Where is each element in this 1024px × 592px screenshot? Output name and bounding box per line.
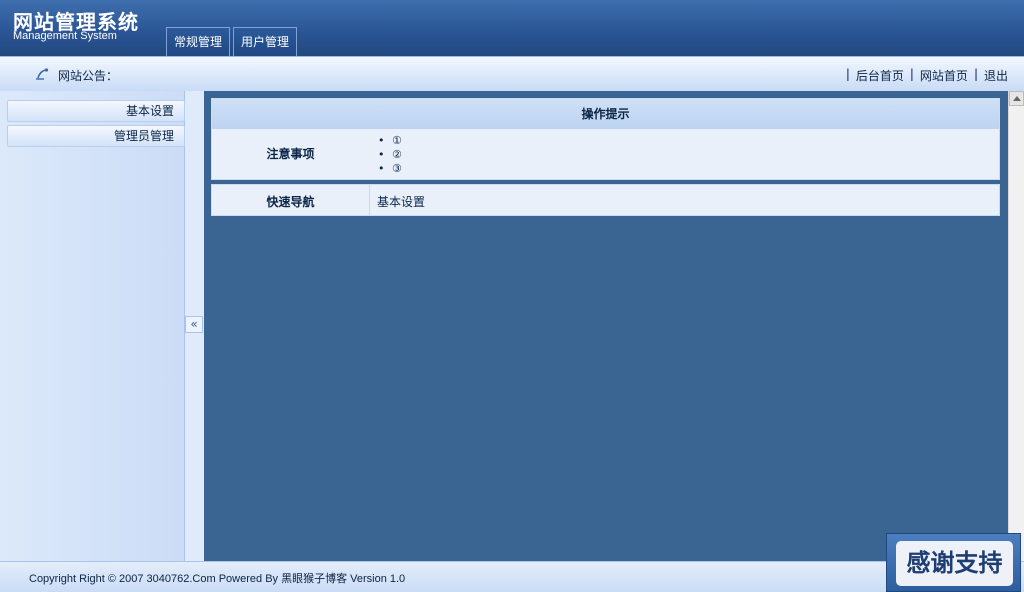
divider bbox=[369, 185, 370, 215]
quick-nav-panel: 快速导航 基本设置 bbox=[211, 184, 1000, 216]
collapse-sidebar-button[interactable]: « bbox=[185, 316, 203, 333]
header-bar: 网站管理系统 Management System 常规管理 用户管理 bbox=[0, 0, 1024, 56]
scroll-up-arrow-icon[interactable] bbox=[1009, 91, 1024, 106]
thanks-text: 感谢支持 bbox=[896, 541, 1013, 586]
site-home-link[interactable]: 网站首页 bbox=[920, 67, 968, 84]
link-separator: | bbox=[909, 67, 914, 81]
link-separator: | bbox=[973, 67, 978, 81]
top-links: | 后台首页 | 网站首页 | 退出 bbox=[840, 67, 1008, 84]
list-item: ① bbox=[378, 134, 402, 148]
list-item: ② bbox=[378, 148, 402, 162]
tips-panel: 操作提示 注意事项 ① ② ③ bbox=[211, 98, 1000, 180]
sidebar-item-basic-settings[interactable]: 基本设置 bbox=[7, 100, 185, 122]
list-item: ③ bbox=[378, 162, 402, 176]
main-content: 操作提示 注意事项 ① ② ③ 快速导航 基本设置 bbox=[204, 91, 1008, 561]
notice-label: 网站公告： bbox=[58, 69, 119, 83]
admin-home-link[interactable]: 后台首页 bbox=[856, 67, 904, 84]
sidebar-item-admin-management[interactable]: 管理员管理 bbox=[7, 125, 185, 147]
app-subtitle: Management System bbox=[13, 30, 117, 42]
announcement-icon bbox=[36, 68, 49, 80]
sidebar: 基本设置 管理员管理 bbox=[0, 91, 185, 561]
tab-users[interactable]: 用户管理 bbox=[233, 27, 298, 56]
quick-nav-label: 快速导航 bbox=[266, 195, 315, 209]
copyright-text: Copyright Right © 2007 3040762.Com Power… bbox=[29, 573, 406, 585]
vertical-scrollbar[interactable] bbox=[1008, 91, 1024, 561]
notes-list: ① ② ③ bbox=[378, 134, 402, 176]
quick-nav-basic-settings-link[interactable]: 基本设置 bbox=[377, 193, 425, 210]
footer: Copyright Right © 2007 3040762.Com Power… bbox=[0, 561, 1024, 592]
notes-label: 注意事项 bbox=[266, 147, 315, 161]
tab-general[interactable]: 常规管理 bbox=[166, 27, 231, 56]
logout-link[interactable]: 退出 bbox=[984, 67, 1008, 84]
link-separator: | bbox=[845, 67, 850, 81]
thanks-badge: 感谢支持 bbox=[886, 533, 1021, 592]
main-tabs: 常规管理 用户管理 bbox=[166, 27, 298, 56]
tips-body: 注意事项 ① ② ③ bbox=[212, 129, 999, 179]
notice-bar: 网站公告： | 后台首页 | 网站首页 | 退出 bbox=[0, 56, 1024, 91]
tips-title: 操作提示 bbox=[212, 99, 999, 129]
